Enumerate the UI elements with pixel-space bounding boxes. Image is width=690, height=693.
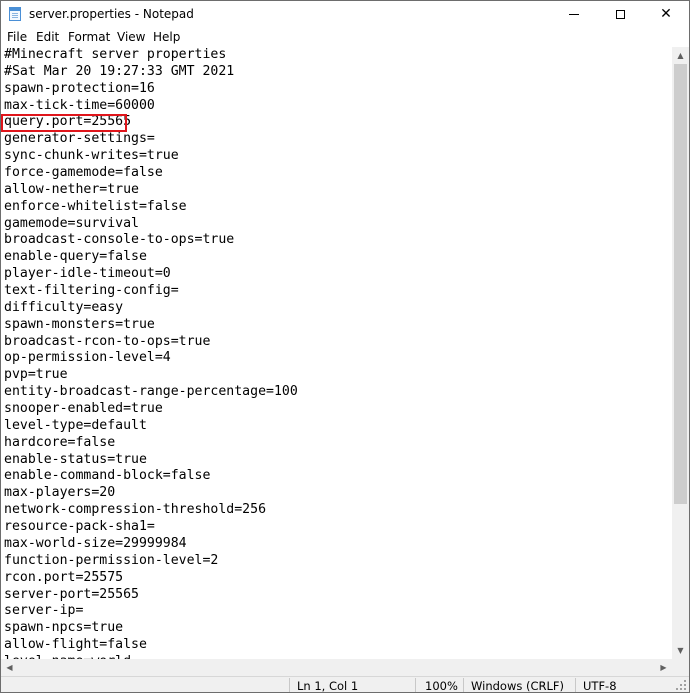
cursor-position: Ln 1, Col 1 <box>297 679 359 693</box>
editor-line[interactable]: enable-command-block=false <box>4 468 298 485</box>
vertical-scrollbar[interactable]: ▲ ▼ <box>672 47 689 659</box>
editor-line[interactable]: player-idle-timeout=0 <box>4 266 298 283</box>
vertical-scroll-thumb[interactable] <box>674 64 687 504</box>
editor-line[interactable]: server-port=25565 <box>4 587 298 604</box>
scroll-down-arrow-icon[interactable]: ▼ <box>672 642 689 659</box>
status-separator <box>415 678 416 692</box>
editor-line[interactable]: spawn-protection=16 <box>4 81 298 98</box>
scroll-right-arrow-icon[interactable]: ▶ <box>655 659 672 676</box>
editor-line[interactable]: op-permission-level=4 <box>4 350 298 367</box>
editor-line[interactable]: resource-pack-sha1= <box>4 519 298 536</box>
zoom-level: 100% <box>425 679 458 693</box>
text-editor[interactable]: #Minecraft server properties #Sat Mar 20 … <box>1 47 672 659</box>
menu-format[interactable]: Format <box>68 30 110 44</box>
editor-line[interactable]: spawn-npcs=true <box>4 620 298 637</box>
editor-line[interactable]: enforce-whitelist=false <box>4 199 298 216</box>
title-bar[interactable]: server.properties - Notepad ✕ <box>1 1 689 27</box>
close-icon: ✕ <box>660 6 672 22</box>
editor-line[interactable]: allow-flight=false <box>4 637 298 654</box>
editor-line[interactable]: spawn-monsters=true <box>4 317 298 334</box>
editor-line[interactable]: level-type=default <box>4 418 298 435</box>
menu-bar: File Edit Format View Help <box>1 27 689 48</box>
menu-file[interactable]: File <box>7 30 27 44</box>
editor-line[interactable]: network-compression-threshold=256 <box>4 502 298 519</box>
editor-line[interactable]: force-gamemode=false <box>4 165 298 182</box>
editor-line[interactable]: max-players=20 <box>4 485 298 502</box>
status-separator <box>463 678 464 692</box>
editor-line[interactable]: sync-chunk-writes=true <box>4 148 298 165</box>
minimize-icon <box>569 13 579 15</box>
status-bar: Ln 1, Col 1 100% Windows (CRLF) UTF-8 <box>1 676 689 693</box>
query-port-highlight-box <box>1 114 127 132</box>
menu-view[interactable]: View <box>117 30 145 44</box>
editor-line[interactable]: server-ip= <box>4 603 298 620</box>
encoding: UTF-8 <box>583 679 617 693</box>
notepad-icon <box>9 7 21 21</box>
notepad-window: server.properties - Notepad ✕ File Edit … <box>0 0 690 693</box>
scrollbar-corner <box>672 659 689 676</box>
editor-line[interactable]: pvp=true <box>4 367 298 384</box>
editor-line[interactable]: broadcast-rcon-to-ops=true <box>4 334 298 351</box>
editor-line[interactable]: hardcore=false <box>4 435 298 452</box>
editor-line[interactable]: rcon.port=25575 <box>4 570 298 587</box>
resize-grip-icon[interactable] <box>675 679 687 691</box>
editor-line[interactable]: snooper-enabled=true <box>4 401 298 418</box>
scroll-up-arrow-icon[interactable]: ▲ <box>672 47 689 64</box>
editor-line[interactable]: #Minecraft server properties <box>4 47 298 64</box>
editor-line[interactable]: allow-nether=true <box>4 182 298 199</box>
editor-line[interactable]: #Sat Mar 20 19:27:33 GMT 2021 <box>4 64 298 81</box>
editor-line[interactable]: max-tick-time=60000 <box>4 98 298 115</box>
line-ending: Windows (CRLF) <box>471 679 565 693</box>
window-title: server.properties - Notepad <box>29 7 194 21</box>
minimize-button[interactable] <box>551 1 597 27</box>
editor-line[interactable]: function-permission-level=2 <box>4 553 298 570</box>
editor-line[interactable]: enable-query=false <box>4 249 298 266</box>
editor-line[interactable]: enable-status=true <box>4 452 298 469</box>
status-separator <box>575 678 576 692</box>
horizontal-scrollbar[interactable]: ◀ ▶ <box>1 659 672 676</box>
menu-help[interactable]: Help <box>153 30 180 44</box>
status-separator <box>289 678 290 692</box>
scroll-left-arrow-icon[interactable]: ◀ <box>1 659 18 676</box>
close-button[interactable]: ✕ <box>643 1 689 27</box>
editor-line[interactable]: difficulty=easy <box>4 300 298 317</box>
editor-line[interactable]: generator-settings= <box>4 131 298 148</box>
editor-line[interactable]: gamemode=survival <box>4 216 298 233</box>
maximize-icon <box>615 9 625 19</box>
editor-line[interactable]: max-world-size=29999984 <box>4 536 298 553</box>
editor-line[interactable]: broadcast-console-to-ops=true <box>4 232 298 249</box>
editor-line[interactable]: text-filtering-config= <box>4 283 298 300</box>
maximize-button[interactable] <box>597 1 643 27</box>
menu-edit[interactable]: Edit <box>36 30 59 44</box>
editor-line[interactable]: entity-broadcast-range-percentage=100 <box>4 384 298 401</box>
editor-content[interactable]: #Minecraft server properties #Sat Mar 20 … <box>4 47 298 659</box>
